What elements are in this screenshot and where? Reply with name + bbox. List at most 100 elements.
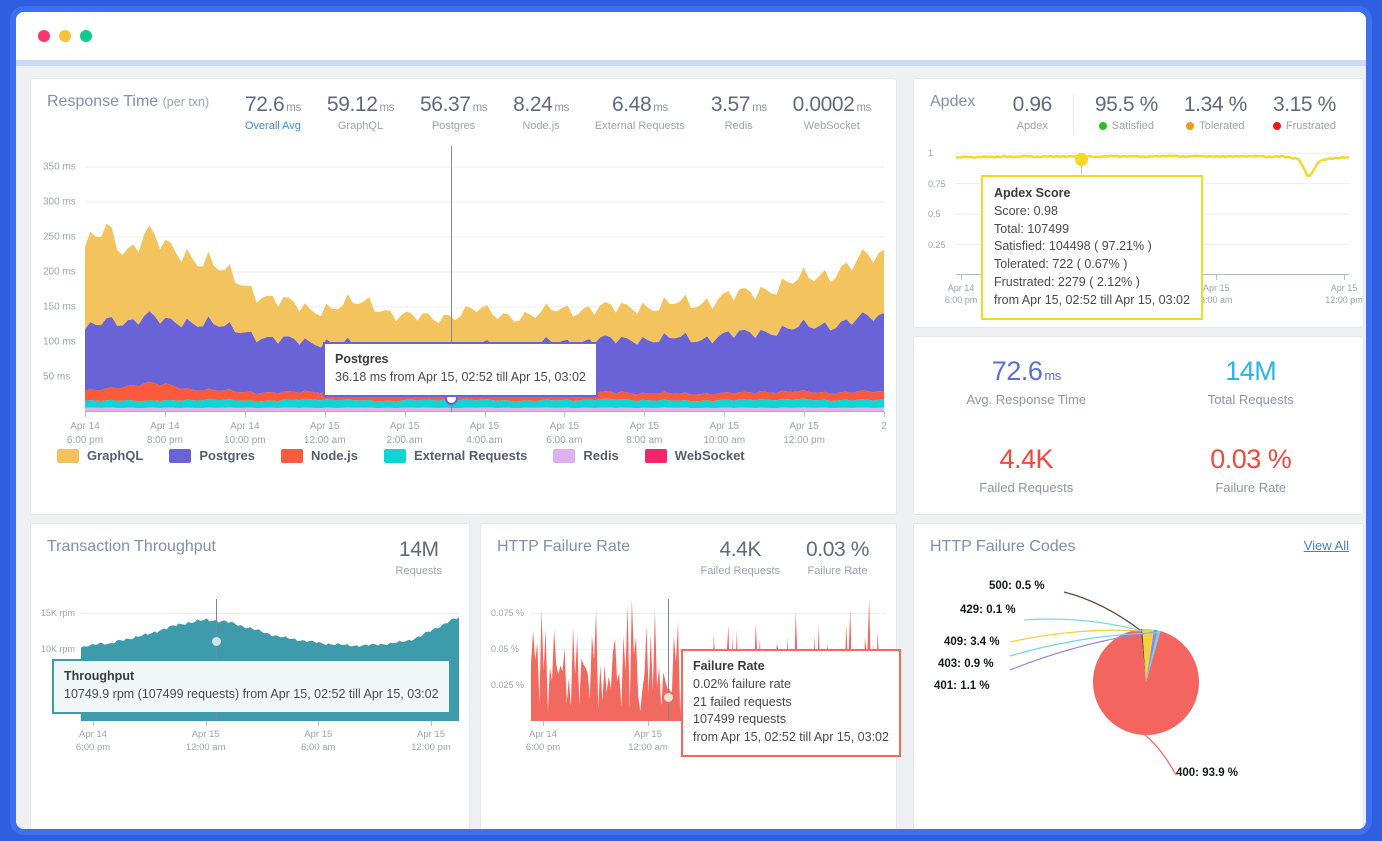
tooltip-line: 107499 requests: [693, 711, 889, 729]
metric-unit: ms: [473, 102, 488, 114]
x-axis-tick: [325, 412, 326, 417]
metric-frustrated[interactable]: 3.15 % Frustrated: [1260, 93, 1349, 132]
failure-rate-hover-marker: [662, 691, 675, 704]
pie-slice-label: 401: 1.1 %: [934, 680, 990, 692]
failure-codes-pie-chart[interactable]: 400: 93.9 %409: 3.4 %401: 1.1 %403: 0.9 …: [914, 570, 1363, 800]
close-icon[interactable]: [38, 30, 50, 42]
x-axis-label: Apr 152:00 am: [372, 420, 438, 447]
x-axis-label: Apr 1410:00 pm: [212, 420, 278, 447]
x-axis-label: Apr 1512:00 pm: [400, 729, 462, 755]
legend-label: Redis: [583, 448, 618, 463]
legend-item-graphql[interactable]: GraphQL: [57, 448, 143, 463]
metric-value: 8.24: [513, 93, 552, 116]
tooltip-title: Failure Rate: [693, 657, 889, 676]
legend-label: Postgres: [199, 448, 255, 463]
legend-label: Node.js: [311, 448, 358, 463]
legend-item-postgres[interactable]: Postgres: [169, 448, 255, 463]
x-axis-tick: [165, 412, 166, 417]
tooltip-line: 10749.9 rpm (107499 requests) from Apr 1…: [64, 686, 439, 704]
metric-nodejs[interactable]: 8.24ms Node.js: [500, 93, 582, 132]
metric-value: 1.34 %: [1184, 93, 1247, 117]
failure-rate-header: HTTP Failure Rate 4.4K Failed Requests 0…: [481, 524, 896, 577]
apdex-metrics: 0.96 Apdex 95.5 % Satisfied 1.34 % Toler…: [1000, 93, 1349, 135]
maximize-icon[interactable]: [80, 30, 92, 42]
x-axis-label: Apr 148:00 pm: [132, 420, 198, 447]
x-axis-label: Apr 1512:00 am: [175, 729, 237, 755]
pie-slice-label: 403: 0.9 %: [938, 658, 994, 670]
x-axis-label: Apr 1510:00 am: [691, 420, 757, 447]
metric-graphql[interactable]: 59.12ms GraphQL: [314, 93, 407, 132]
metric-label: Requests: [396, 565, 442, 577]
metric-satisfied[interactable]: 95.5 % Satisfied: [1082, 93, 1171, 132]
status-dot-icon: [1273, 122, 1281, 130]
metric-tolerated[interactable]: 1.34 % Tolerated: [1171, 93, 1260, 132]
metric-unit: ms: [286, 102, 301, 114]
y-axis-label: 15K rpm: [41, 608, 75, 618]
metric-label: Overall Avg: [245, 120, 301, 132]
apdex-chart[interactable]: 0.250.50.751 Apr 146:00 pmApr 1512:00 am…: [928, 147, 1349, 305]
metric-unit: ms: [653, 102, 668, 114]
dashboard-page: Response Time (per txn) 72.6ms Overall A…: [16, 66, 1366, 835]
tooltip-title: Throughput: [64, 667, 439, 686]
metric-redis[interactable]: 3.57ms Redis: [698, 93, 780, 132]
metric-overall-avg[interactable]: 72.6ms Overall Avg: [232, 93, 314, 132]
kpi-caption: Failed Requests: [979, 480, 1073, 495]
metric-external-requests[interactable]: 6.48ms External Requests: [582, 93, 698, 132]
x-axis-label: Apr 1512:00 am: [292, 420, 358, 447]
response-time-card: Response Time (per txn) 72.6ms Overall A…: [30, 78, 897, 515]
y-axis-label: 0.075 %: [491, 608, 524, 618]
failure-rate-chart[interactable]: 0.025 %0.05 %0.075 % Apr 146:00 pmApr 15…: [491, 599, 886, 749]
view-all-link[interactable]: View All: [1304, 538, 1349, 553]
kpi-failed-requests[interactable]: 4.4K Failed Requests: [914, 426, 1139, 515]
metric-unit: ms: [856, 102, 871, 114]
minimize-icon[interactable]: [59, 30, 71, 42]
metric-failed-requests[interactable]: 4.4K Failed Requests: [688, 538, 794, 577]
x-axis-tick: [93, 721, 94, 726]
metric-value: 3.57: [711, 93, 750, 116]
x-axis-tick: [1344, 275, 1345, 280]
response-time-chart[interactable]: 50 ms100 ms150 ms200 ms250 ms300 ms350 m…: [43, 146, 884, 438]
x-axis-tick: [206, 721, 207, 726]
metric-value: 6.48: [612, 93, 651, 116]
throughput-chart[interactable]: 10K rpm15K rpm Apr 146:00 pmApr 1512:00 …: [41, 599, 459, 749]
window-titlebar: [16, 12, 1366, 66]
tooltip-line: Total: 107499: [994, 221, 1190, 239]
kpi-failure-rate[interactable]: 0.03 % Failure Rate: [1139, 426, 1364, 515]
x-axis-tick: [405, 412, 406, 417]
y-axis-label: 0.25: [928, 240, 946, 250]
legend-item-nodejs[interactable]: Node.js: [281, 448, 358, 463]
kpi-total-requests[interactable]: 14M Total Requests: [1139, 337, 1364, 426]
metric-apdex-score[interactable]: 0.96 Apdex: [1000, 93, 1065, 132]
kpi-caption: Avg. Response Time: [966, 392, 1086, 407]
pie-slice-label: 409: 3.4 %: [944, 636, 1000, 648]
response-time-header: Response Time (per txn) 72.6ms Overall A…: [31, 79, 896, 132]
metric-throughput-requests[interactable]: 14M Requests: [383, 538, 455, 577]
metric-label: GraphQL: [327, 120, 394, 132]
metric-value: 14M: [396, 538, 442, 562]
legend-swatch-icon: [169, 449, 191, 463]
y-axis-label: 200 ms: [43, 267, 76, 278]
legend-item-redis[interactable]: Redis: [553, 448, 618, 463]
x-axis-tick: [961, 275, 962, 280]
x-axis-tick: [1216, 275, 1217, 280]
y-axis-label: 0.75: [928, 179, 946, 189]
metric-label: External Requests: [595, 120, 685, 132]
browser-window: Response Time (per txn) 72.6ms Overall A…: [10, 6, 1372, 835]
metric-label: Postgres: [420, 120, 487, 132]
status-dot-icon: [1186, 122, 1194, 130]
pie-slice-label: 500: 0.5 %: [989, 580, 1045, 592]
metric-failure-rate[interactable]: 0.03 % Failure Rate: [793, 538, 882, 577]
metric-postgres[interactable]: 56.37ms Postgres: [407, 93, 500, 132]
kpi-avg-response-time[interactable]: 72.6ms Avg. Response Time: [914, 337, 1139, 426]
x-axis-tick: [485, 412, 486, 417]
legend-swatch-icon: [384, 449, 406, 463]
throughput-header: Transaction Throughput 14M Requests: [31, 524, 469, 577]
legend-item-websocket[interactable]: WebSocket: [645, 448, 745, 463]
x-axis-label: Apr 1512:00 pm: [771, 420, 837, 447]
legend-item-external-requests[interactable]: External Requests: [384, 448, 527, 463]
apdex-card: Apdex 0.96 Apdex 95.5 % Satisfied 1.34 %…: [913, 78, 1364, 328]
metric-websocket[interactable]: 0.0002ms WebSocket: [780, 93, 884, 132]
apdex-header: Apdex 0.96 Apdex 95.5 % Satisfied 1.34 %…: [914, 79, 1363, 135]
failure-codes-header: HTTP Failure Codes View All: [914, 524, 1363, 556]
metric-value: 3.15 %: [1273, 93, 1336, 117]
